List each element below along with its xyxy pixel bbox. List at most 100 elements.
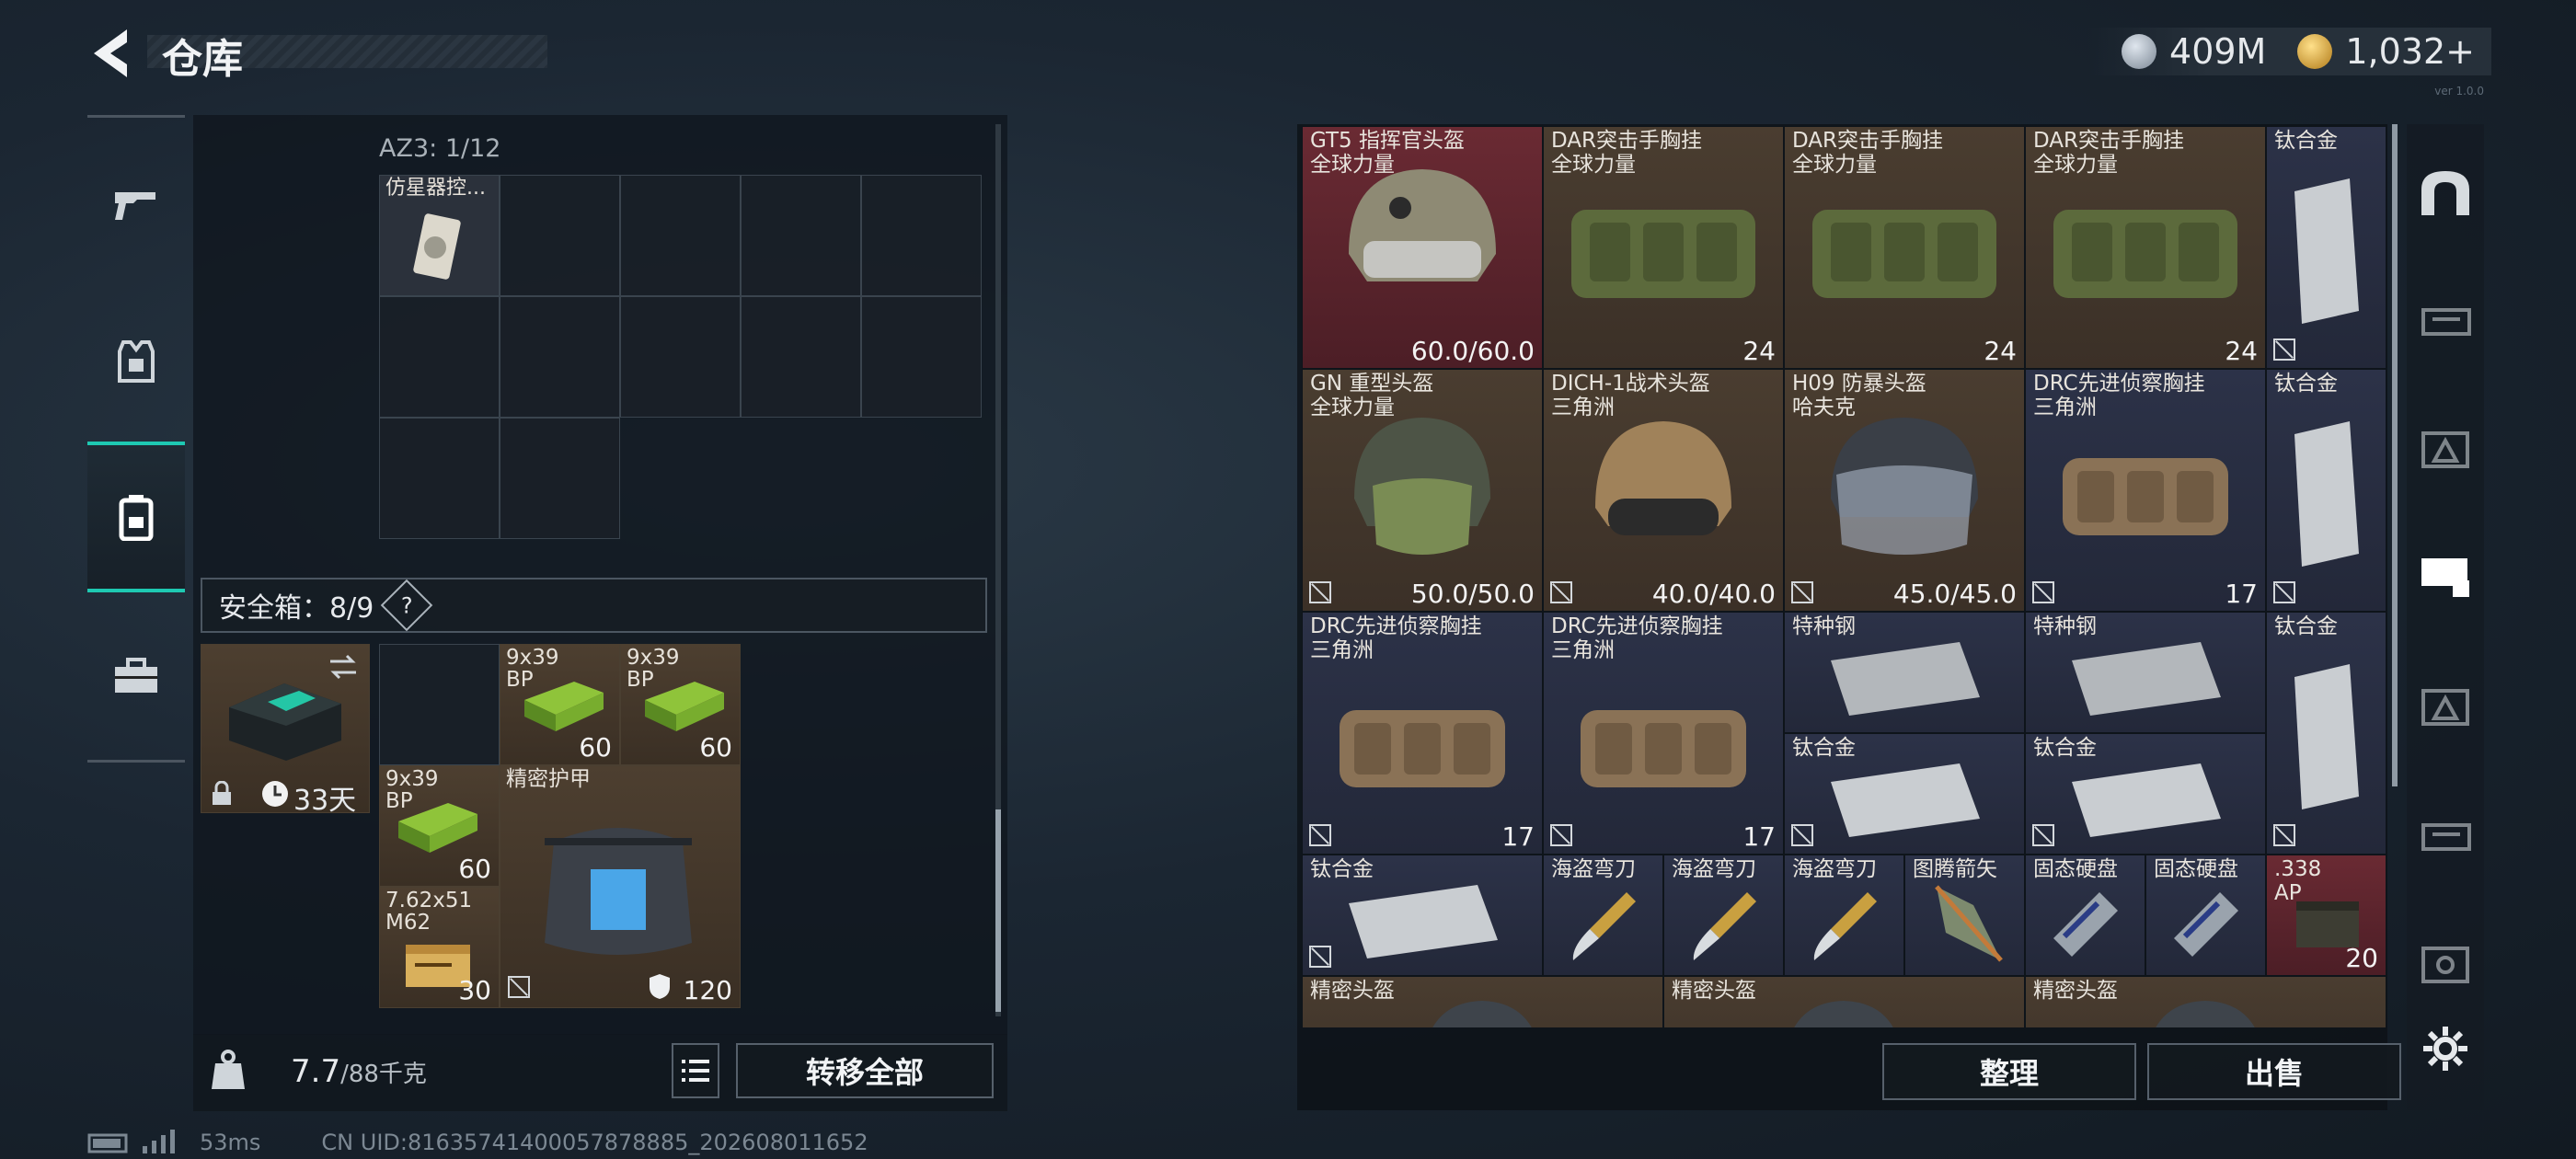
warehouse-item[interactable]: 精密头盔: [1302, 976, 1663, 1027]
riot-helmet-icon: [1831, 418, 1978, 555]
transfer-all-button[interactable]: 转移全部: [736, 1043, 994, 1098]
empty-slot[interactable]: [741, 175, 861, 296]
warehouse-item[interactable]: 钛合金: [1302, 855, 1543, 976]
warehouse-item[interactable]: 海盗弯刀: [1543, 855, 1663, 976]
warehouse-item[interactable]: 钛合金: [2266, 369, 2386, 612]
tab-storage-3b[interactable]: [2407, 653, 2484, 754]
tab-storage-5[interactable]: [2407, 911, 2484, 1012]
nav-divider: [87, 115, 185, 118]
help-icon[interactable]: ?: [380, 579, 433, 632]
storage-tab-icon: [2421, 947, 2469, 983]
ssd-icon: [2053, 892, 2118, 957]
warehouse-item[interactable]: 精密头盔: [1663, 976, 2025, 1027]
tab-all[interactable]: [2407, 143, 2484, 244]
warehouse-item[interactable]: DAR突击手胸挂 全球力量 24: [1543, 126, 1784, 369]
warehouse-item[interactable]: DAR突击手胸挂 全球力量 24: [1784, 126, 2025, 369]
warehouse-item[interactable]: 图腾箭矢: [1904, 855, 2025, 976]
tab-storage-3c[interactable]: [2407, 782, 2484, 883]
empty-slot[interactable]: [500, 418, 620, 539]
armor-vest-icon: [545, 828, 692, 955]
no-insure-icon: [1550, 824, 1572, 846]
warehouse-item[interactable]: GT5 指挥官头盔 全球力量 60.0/60.0: [1302, 126, 1543, 369]
no-insure-icon: [1791, 581, 1813, 603]
lock-icon: [213, 781, 231, 805]
empty-slot[interactable]: [741, 296, 861, 418]
warehouse-item[interactable]: DRC先进侦察胸挂 三角洲 17: [1543, 612, 1784, 855]
storage-tab-icon: [2421, 558, 2469, 597]
warehouse-scrollbar[interactable]: [2392, 124, 2398, 786]
nav-weapons[interactable]: [87, 155, 185, 256]
tab-storage-4b[interactable]: [2407, 396, 2484, 497]
warehouse-item[interactable]: 固态硬盘: [2025, 855, 2145, 976]
back-arrow-icon: [94, 29, 127, 77]
status-bar: 53ms CN UID:81635741400057878885_2026080…: [87, 1130, 868, 1155]
warehouse-item[interactable]: 海盗弯刀: [1663, 855, 1784, 976]
warehouse-item[interactable]: DRC先进侦察胸挂 三角洲 17: [2025, 369, 2266, 612]
empty-slot[interactable]: [861, 296, 982, 418]
warehouse-item[interactable]: DICH-1战术头盔 三角洲 40.0/40.0: [1543, 369, 1784, 612]
empty-slot[interactable]: [379, 418, 500, 539]
tab-storage-4[interactable]: [2407, 267, 2484, 368]
warehouse-item[interactable]: DRC先进侦察胸挂 三角洲 17: [1302, 612, 1543, 855]
gun-icon: [115, 192, 155, 220]
ammo-item[interactable]: 9x39 BP 60: [620, 644, 741, 765]
warehouse-item[interactable]: 钛合金: [2025, 733, 2266, 855]
helmet-icon: [1794, 1001, 1893, 1027]
ping: 53ms: [200, 1130, 261, 1155]
vest-icon: [118, 340, 155, 383]
arch-icon: [2421, 171, 2469, 215]
empty-slot[interactable]: [379, 296, 500, 418]
chest-rig-icon: [2063, 458, 2228, 535]
empty-slot[interactable]: [620, 296, 741, 418]
settings-button[interactable]: [2420, 1023, 2471, 1074]
empty-slot[interactable]: [620, 175, 741, 296]
chest-rig-icon: [2053, 210, 2237, 298]
list-view-button[interactable]: [672, 1043, 719, 1098]
warehouse-item[interactable]: DAR突击手胸挂 全球力量 24: [2025, 126, 2266, 369]
armor-item[interactable]: 精密护甲 120: [500, 765, 741, 1008]
warehouse-item[interactable]: .338 AP 20: [2266, 855, 2386, 976]
container-slot[interactable]: 仿星器控...: [379, 175, 500, 296]
ammo-box-icon: [524, 682, 604, 731]
helmet-icon: [1354, 418, 1490, 555]
warehouse-item[interactable]: H09 防暴头盔 哈夫克 45.0/45.0: [1784, 369, 2025, 612]
nav-armor[interactable]: [87, 311, 185, 412]
warehouse-item[interactable]: GN 重型头盔 全球力量 50.0/50.0: [1302, 369, 1543, 612]
nav-backpack[interactable]: [87, 442, 185, 592]
warehouse-item[interactable]: 特种钢: [2025, 612, 2266, 733]
silver-coin-icon: [2122, 34, 2157, 69]
weight-icon: [212, 1050, 245, 1089]
scrollbar-thumb[interactable]: [995, 809, 1001, 1012]
warehouse-item[interactable]: 精密头盔: [2025, 976, 2386, 1027]
warehouse-item[interactable]: 海盗弯刀: [1784, 855, 1904, 976]
sell-button[interactable]: 出售: [2147, 1043, 2401, 1100]
knife-icon: [1693, 892, 1756, 960]
empty-slot[interactable]: [500, 175, 620, 296]
warehouse-item[interactable]: 钛合金: [1784, 733, 2025, 855]
warehouse-item[interactable]: 固态硬盘: [2145, 855, 2266, 976]
metal-plate-icon: [2294, 421, 2359, 567]
warehouse-item[interactable]: 钛合金: [2266, 126, 2386, 369]
warehouse-item[interactable]: 特种钢: [1784, 612, 2025, 733]
gold-amount[interactable]: 1,032+: [2345, 31, 2475, 72]
sort-button[interactable]: 整理: [1882, 1043, 2136, 1100]
nav-case[interactable]: [87, 625, 185, 727]
ammo-item[interactable]: 9x39 BP 60: [500, 644, 620, 765]
tab-storage-3[interactable]: [2407, 524, 2484, 625]
storage-tab-icon: [2421, 689, 2469, 726]
empty-slot[interactable]: [861, 175, 982, 296]
safe-box-case[interactable]: 33天: [201, 644, 370, 813]
gear-icon: [2423, 1027, 2467, 1071]
empty-slot[interactable]: [379, 644, 500, 765]
ammo-item[interactable]: 9x39 BP 60: [379, 765, 500, 887]
empty-slot[interactable]: [500, 296, 620, 418]
list-icon: [682, 1060, 709, 1082]
no-insure-icon: [2273, 339, 2295, 361]
ammo-item[interactable]: 7.62x51 M62 30: [379, 887, 500, 1008]
chest-rig-icon: [1571, 210, 1755, 298]
storage-tab-icon: [2421, 308, 2471, 336]
back-button[interactable]: [85, 24, 144, 83]
storage-tab-icon: [2421, 431, 2469, 468]
warehouse-item[interactable]: 钛合金: [2266, 612, 2386, 855]
metal-plate-icon: [2294, 178, 2359, 324]
